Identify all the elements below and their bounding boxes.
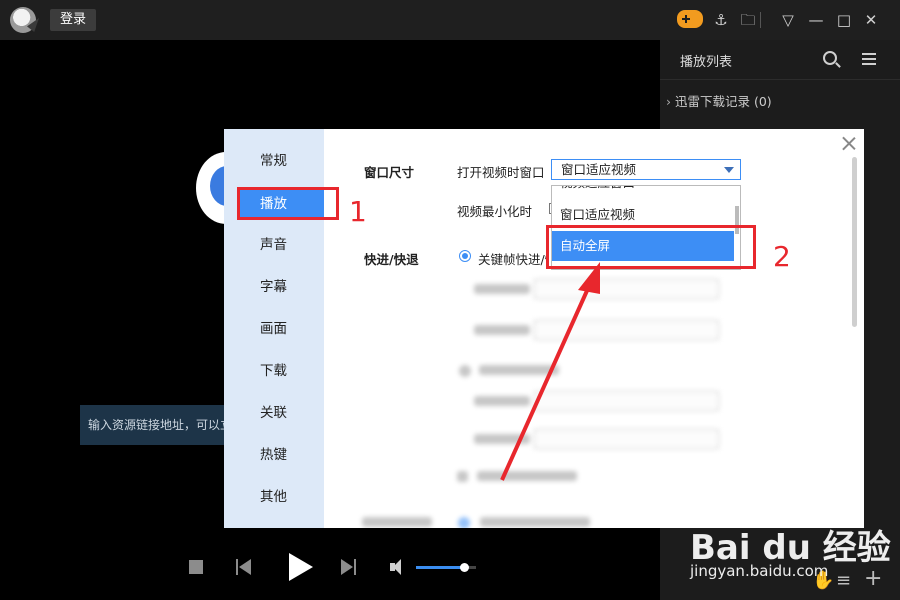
volume-slider[interactable] bbox=[416, 563, 476, 572]
next-button[interactable] bbox=[341, 559, 357, 575]
maximize-icon[interactable]: □ bbox=[834, 10, 854, 30]
dialog-close-icon[interactable] bbox=[841, 135, 857, 151]
nav-general[interactable]: 常规 bbox=[224, 146, 324, 176]
nav-other[interactable]: 其他 bbox=[224, 482, 324, 512]
window-size-label: 窗口尺寸 bbox=[364, 165, 415, 180]
annotation-number-2: 2 bbox=[773, 240, 791, 273]
minimize-icon[interactable]: — bbox=[806, 10, 826, 30]
play-button[interactable] bbox=[289, 553, 313, 581]
open-video-window-select[interactable]: 窗口适应视频 bbox=[551, 159, 741, 180]
volume-fill bbox=[416, 566, 464, 569]
titlebar-divider bbox=[760, 12, 761, 28]
annotation-number-1: 1 bbox=[349, 195, 367, 228]
close-icon[interactable]: ✕ bbox=[861, 10, 881, 30]
nav-association[interactable]: 关联 bbox=[224, 398, 324, 428]
playlist-item-label: 迅雷下载记录 (0) bbox=[674, 94, 772, 109]
previous-button[interactable] bbox=[236, 559, 252, 575]
dropdown-menu-icon[interactable]: ▽ bbox=[778, 10, 798, 30]
annotation-box-2 bbox=[546, 225, 756, 269]
stop-button[interactable] bbox=[189, 560, 203, 574]
nav-picture[interactable]: 画面 bbox=[224, 314, 324, 344]
playlist-item[interactable]: › 迅雷下载记录 (0) bbox=[666, 91, 772, 110]
minimize-label: 视频最小化时 bbox=[457, 204, 533, 219]
game-controller-icon[interactable] bbox=[677, 10, 703, 28]
keyframe-seek-label: 关键帧快进/快退 bbox=[478, 252, 548, 267]
app-logo bbox=[10, 7, 39, 33]
chevron-right-icon: › bbox=[666, 94, 675, 109]
login-button[interactable]: 登录 bbox=[50, 9, 96, 31]
title-bar: 登录 ⚓ 🗀 ▽ — □ ✕ bbox=[0, 0, 900, 40]
add-icon[interactable]: + bbox=[864, 566, 882, 591]
nav-audio[interactable]: 声音 bbox=[224, 230, 324, 260]
playlist-title: 播放列表 bbox=[680, 55, 733, 70]
keyframe-seek-radio[interactable] bbox=[459, 250, 471, 262]
nav-subtitle[interactable]: 字幕 bbox=[224, 272, 324, 302]
sort-list-icon[interactable]: ≡ bbox=[836, 570, 851, 591]
volume-icon[interactable] bbox=[390, 558, 408, 576]
nav-download[interactable]: 下载 bbox=[224, 356, 324, 386]
dropdown-option-fit-window[interactable]: 视频适应窗口 bbox=[552, 186, 734, 198]
select-value: 窗口适应视频 bbox=[561, 162, 637, 177]
open-video-window-label: 打开视频时窗口 bbox=[457, 165, 545, 180]
dialog-scrollbar[interactable] bbox=[852, 157, 857, 327]
seek-label: 快进/快退 bbox=[364, 252, 419, 267]
watermark-url: jingyan.baidu.com bbox=[690, 562, 829, 580]
annotation-box-1 bbox=[237, 187, 339, 220]
pin-icon[interactable]: ⚓ bbox=[711, 10, 731, 30]
url-input-tip[interactable]: 输入资源链接地址，可以立 bbox=[80, 405, 230, 445]
search-icon[interactable] bbox=[823, 51, 837, 65]
folder-icon[interactable]: 🗀 bbox=[738, 10, 758, 30]
menu-icon[interactable] bbox=[862, 53, 876, 65]
chevron-down-icon bbox=[724, 167, 734, 173]
nav-hotkey[interactable]: 热键 bbox=[224, 440, 324, 470]
volume-knob[interactable] bbox=[460, 563, 469, 572]
playlist-header: 播放列表 bbox=[660, 40, 900, 80]
